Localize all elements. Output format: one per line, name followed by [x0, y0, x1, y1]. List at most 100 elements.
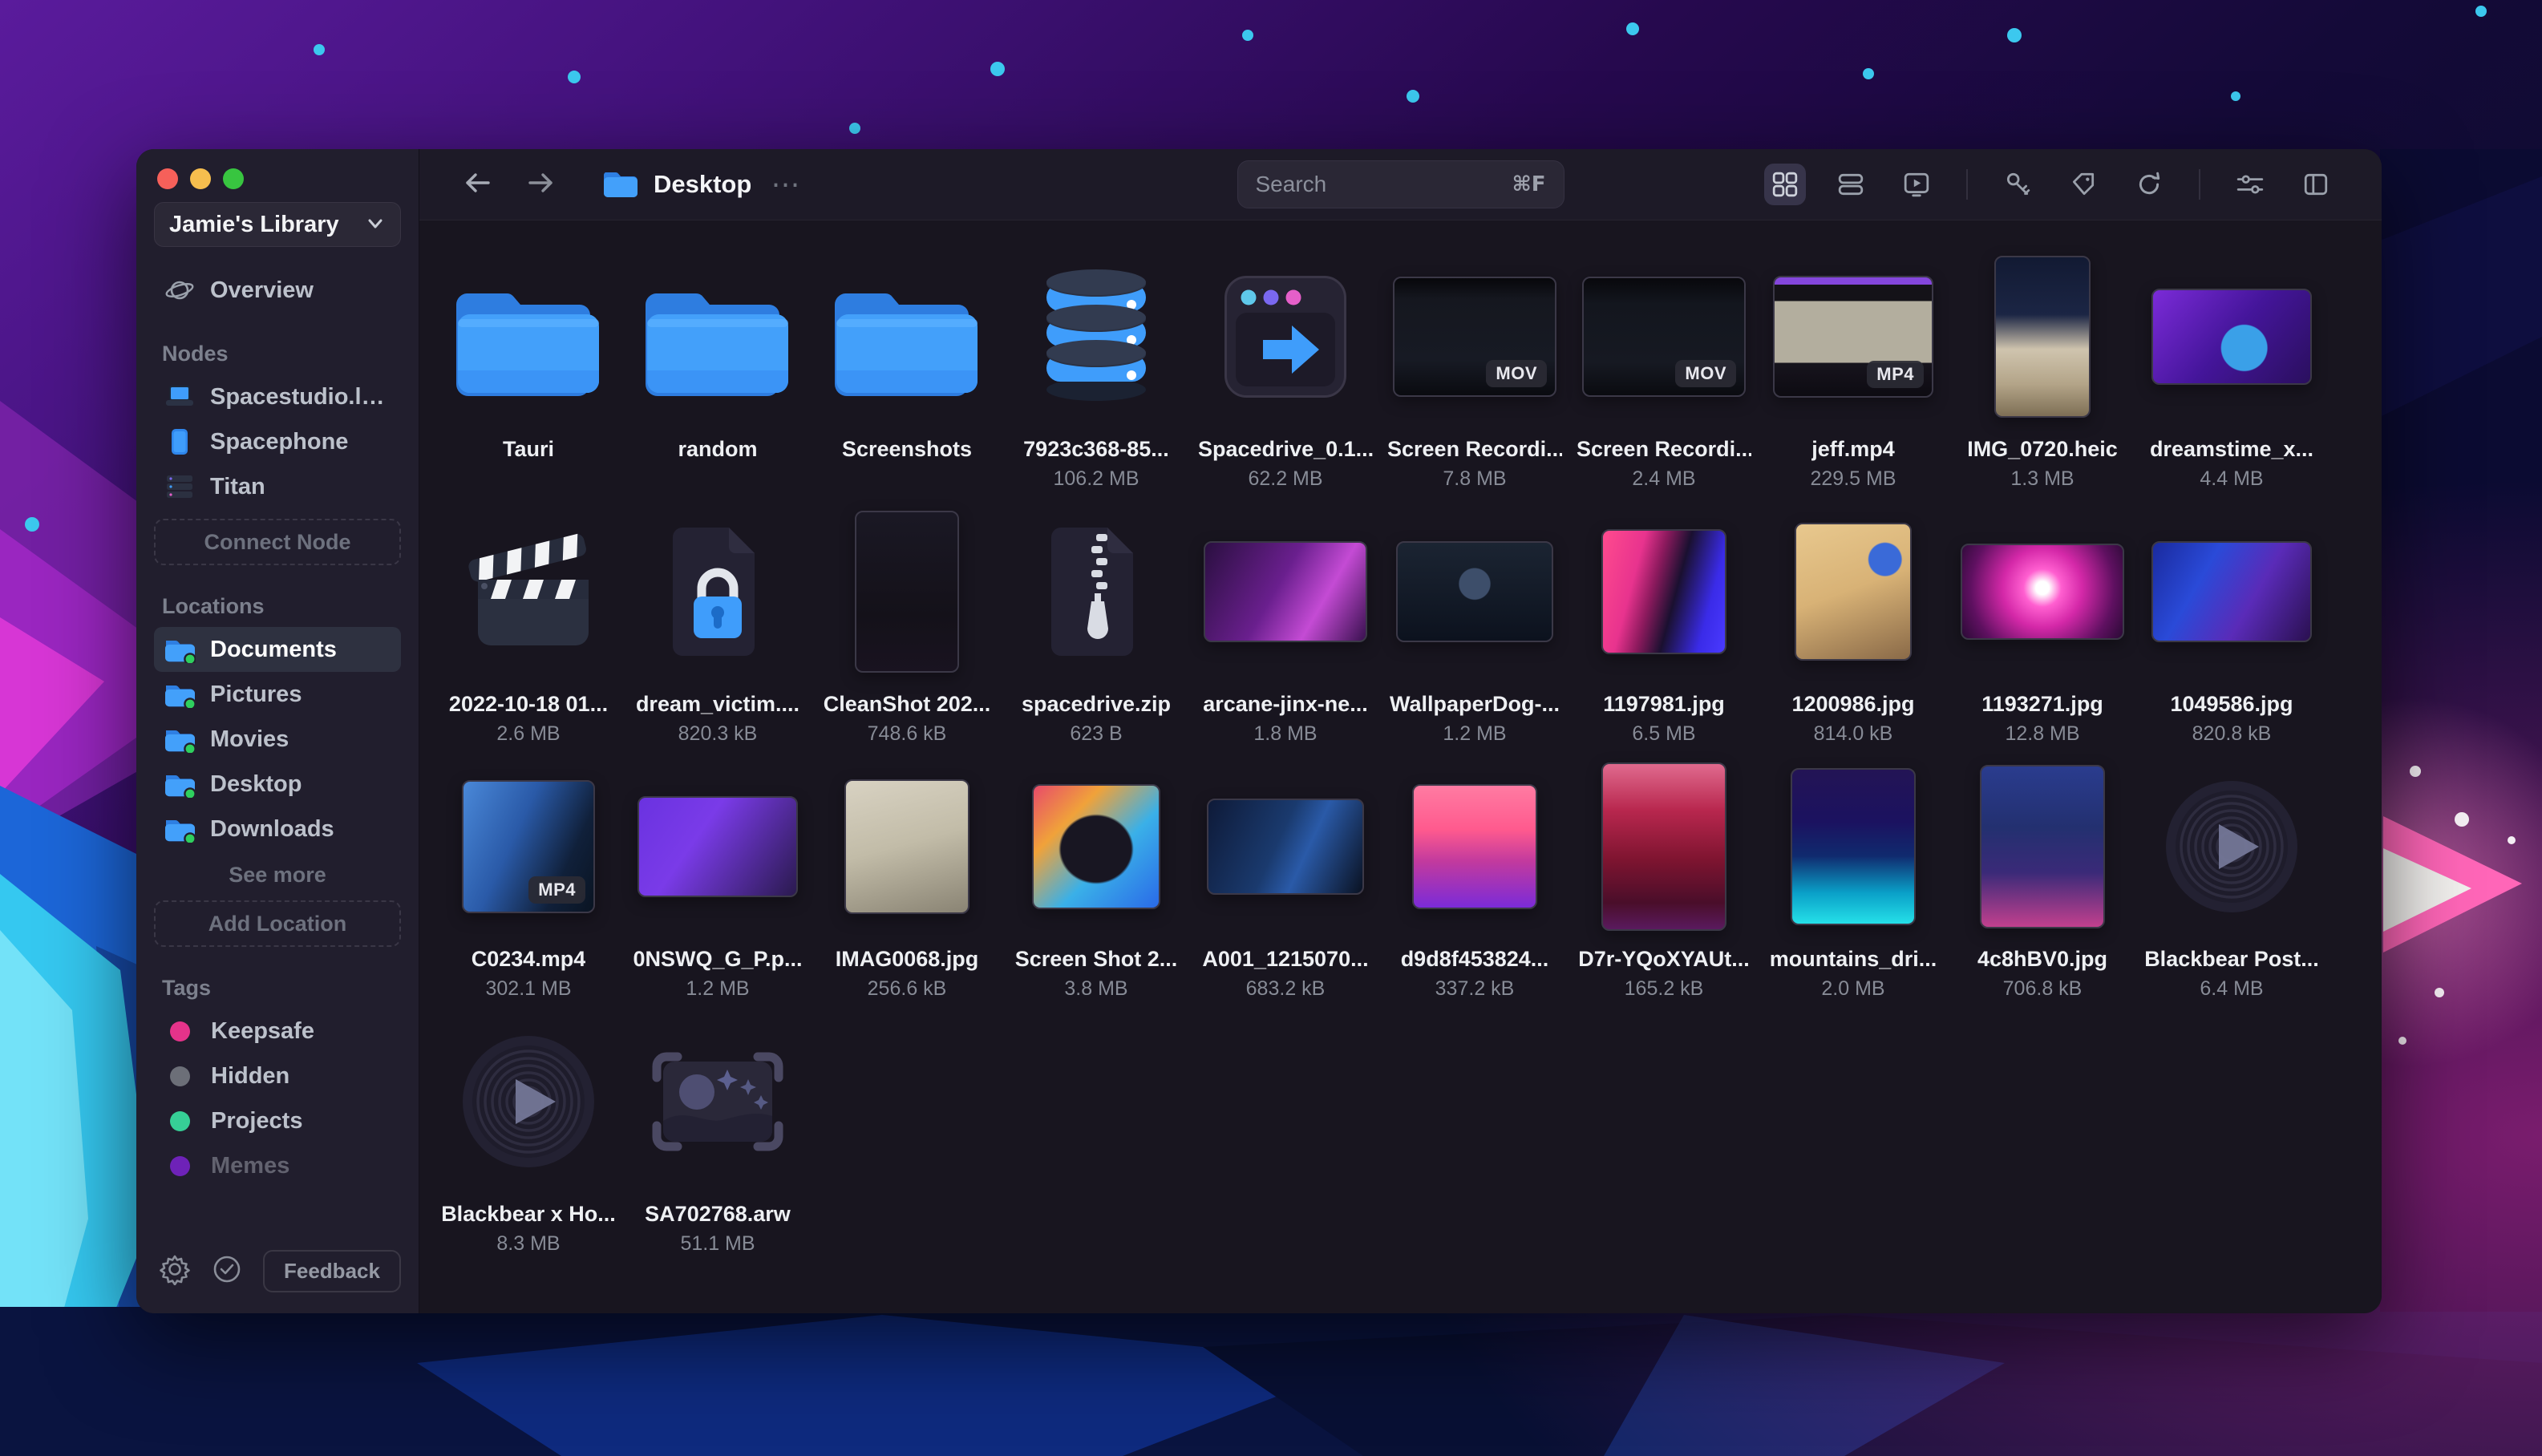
file-thumbnail	[844, 779, 969, 914]
tag-color-dot	[170, 1155, 190, 1176]
sidebar-tag-projects[interactable]: Projects	[154, 1098, 401, 1143]
sidebar-item-downloads[interactable]: Downloads	[154, 807, 401, 851]
file-item[interactable]: IMG_0720.heic 1.3 MB	[1948, 248, 2137, 503]
sidebar-tag-keepsafe[interactable]: Keepsafe	[154, 1009, 401, 1054]
list-view-button[interactable]	[1830, 164, 1872, 205]
sidebar-item-label: Titan	[210, 473, 265, 499]
file-size: 820.3 kB	[678, 722, 758, 745]
key-icon[interactable]	[1997, 164, 2038, 205]
grid-view-button[interactable]	[1764, 164, 1806, 205]
file-item[interactable]: 1193271.jpg 12.8 MB	[1948, 503, 2137, 758]
zoom-button[interactable]	[223, 168, 244, 189]
file-item[interactable]: SA702768.arw 51.1 MB	[623, 1013, 812, 1268]
media-view-button[interactable]	[1896, 164, 1937, 205]
file-item[interactable]: MOV Screen Recordi... 2.4 MB	[1569, 248, 1759, 503]
sidebar-item-spacephone[interactable]: Spacephone	[154, 419, 401, 464]
file-item[interactable]: Spacedrive_0.1... 62.2 MB	[1191, 248, 1380, 503]
sidebar-item-spacestudio-loc[interactable]: Spacestudio.loc...	[154, 374, 401, 419]
refresh-icon[interactable]	[2128, 164, 2170, 205]
file-item[interactable]: WallpaperDog-... 1.2 MB	[1380, 503, 1569, 758]
sidebar-item-desktop[interactable]: Desktop	[154, 762, 401, 807]
sidebar-item-pictures[interactable]: Pictures	[154, 672, 401, 717]
add-location-button[interactable]: Add Location	[154, 900, 401, 947]
file-name: spacedrive.zip	[1021, 692, 1172, 716]
file-item[interactable]: random	[623, 248, 812, 503]
toolbar-divider	[2199, 169, 2200, 200]
file-name: 1193271.jpg	[1981, 692, 2103, 716]
file-icon	[832, 276, 982, 398]
forward-button[interactable]	[525, 170, 557, 200]
nodes-list: Spacestudio.loc... Spacephone Titan	[154, 374, 401, 509]
settings-icon[interactable]	[159, 1253, 191, 1289]
file-item[interactable]: spacedrive.zip 623 B	[1002, 503, 1191, 758]
format-badge: MOV	[1675, 360, 1736, 387]
folder-location-icon	[164, 771, 196, 798]
file-item[interactable]: 0NSWQ_G_P.p... 1.2 MB	[623, 758, 812, 1013]
sidebar-item-movies[interactable]: Movies	[154, 717, 401, 762]
filters-icon[interactable]	[2229, 164, 2271, 205]
file-thumbnail	[1412, 784, 1537, 909]
file-item[interactable]: Blackbear Post... 6.4 MB	[2137, 758, 2326, 1013]
file-item[interactable]: IMAG0068.jpg 256.6 kB	[812, 758, 1002, 1013]
sidebar-tag-memes[interactable]: Memes	[154, 1143, 401, 1188]
sidebar-item-overview[interactable]: Overview	[154, 268, 401, 313]
tag-label: Hidden	[211, 1062, 290, 1089]
connect-node-button[interactable]: Connect Node	[154, 519, 401, 565]
folder-location-icon	[164, 726, 196, 753]
library-name: Jamie's Library	[169, 211, 339, 237]
file-size: 706.8 kB	[2002, 977, 2083, 1000]
file-thumbnail: MP4	[462, 780, 595, 913]
sidebar-tag-hidden[interactable]: Hidden	[154, 1054, 401, 1098]
tag-icon[interactable]	[2062, 164, 2104, 205]
file-item[interactable]: Tauri	[434, 248, 623, 503]
file-item[interactable]: 1200986.jpg 814.0 kB	[1759, 503, 1948, 758]
file-item[interactable]: 7923c368-85... 106.2 MB	[1002, 248, 1191, 503]
feedback-button[interactable]: Feedback	[263, 1250, 401, 1292]
file-item[interactable]: CleanShot 202... 748.6 kB	[812, 503, 1002, 758]
search-input[interactable]: Search ⌘F	[1237, 160, 1564, 208]
library-selector[interactable]: Jamie's Library	[154, 202, 401, 247]
file-item[interactable]: A001_1215070... 683.2 kB	[1191, 758, 1380, 1013]
file-item[interactable]: Screenshots	[812, 248, 1002, 503]
page-title: Desktop	[654, 170, 752, 198]
file-item[interactable]: 2022-10-18 01... 2.6 MB	[434, 503, 623, 758]
file-item[interactable]: 1049586.jpg 820.8 kB	[2137, 503, 2326, 758]
file-item[interactable]: d9d8f453824... 337.2 kB	[1380, 758, 1569, 1013]
tag-color-dot	[170, 1110, 190, 1131]
file-name: dream_victim....	[635, 692, 800, 716]
sidebar-item-documents[interactable]: Documents	[154, 627, 401, 672]
file-item[interactable]: MP4 jeff.mp4 229.5 MB	[1759, 248, 1948, 503]
file-thumbnail	[1396, 541, 1553, 642]
close-button[interactable]	[157, 168, 178, 189]
file-thumbnail	[1795, 523, 1912, 661]
file-thumbnail: MP4	[1773, 276, 1933, 398]
tag-label: Memes	[211, 1152, 290, 1179]
search-placeholder: Search	[1255, 172, 1327, 196]
file-item[interactable]: dreamstime_x... 4.4 MB	[2137, 248, 2326, 503]
file-size: 6.4 MB	[2200, 977, 2264, 1000]
inspector-panel-icon[interactable]	[2295, 164, 2337, 205]
folder-icon	[645, 293, 788, 396]
file-item[interactable]: MP4 C0234.mp4 302.1 MB	[434, 758, 623, 1013]
sidebar-item-titan[interactable]: Titan	[154, 464, 401, 509]
file-item[interactable]: Screen Shot 2... 3.8 MB	[1002, 758, 1191, 1013]
file-size: 165.2 kB	[1624, 977, 1704, 1000]
installer-icon	[1224, 276, 1346, 398]
file-item[interactable]: D7r-YQoXYAUt... 165.2 kB	[1569, 758, 1759, 1013]
file-item[interactable]: arcane-jinx-ne... 1.8 MB	[1191, 503, 1380, 758]
file-item[interactable]: 4c8hBV0.jpg 706.8 kB	[1948, 758, 2137, 1013]
file-item[interactable]: 1197981.jpg 6.5 MB	[1569, 503, 1759, 758]
file-item[interactable]: mountains_dri... 2.0 MB	[1759, 758, 1948, 1013]
minimize-button[interactable]	[190, 168, 211, 189]
locked-file-icon	[673, 528, 755, 656]
back-button[interactable]	[461, 170, 493, 200]
check-circle-icon[interactable]	[212, 1254, 242, 1288]
file-size: 623 B	[1070, 722, 1123, 745]
file-grid-container: Tauri random Screenshots 7923c368-85... 1…	[419, 220, 2382, 1313]
see-more-link[interactable]: See more	[154, 863, 401, 888]
file-item[interactable]: dream_victim.... 820.3 kB	[623, 503, 812, 758]
file-item[interactable]: MOV Screen Recordi... 7.8 MB	[1380, 248, 1569, 503]
breadcrumb[interactable]: Desktop ⋯	[602, 168, 801, 202]
file-item[interactable]: Blackbear x Ho... 8.3 MB	[434, 1013, 623, 1268]
file-icon	[665, 524, 771, 659]
